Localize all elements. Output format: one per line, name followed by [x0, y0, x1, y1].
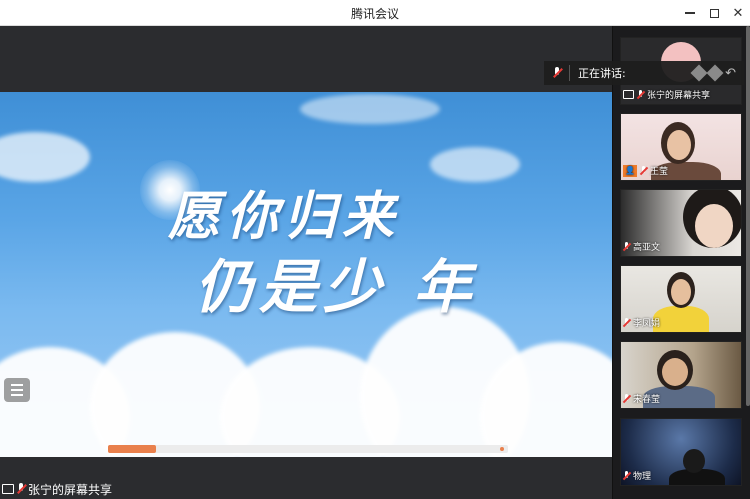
title-bar: 腾讯会议 ✕ [0, 0, 750, 26]
mic-off-icon [623, 393, 630, 404]
close-icon: ✕ [732, 5, 744, 21]
layout-icon[interactable] [690, 64, 708, 82]
mic-off-icon [637, 89, 644, 100]
layout-icon[interactable] [706, 64, 724, 82]
maximize-icon [709, 8, 719, 18]
screen-share-owner-label: 张宁的屏幕共享 [28, 482, 113, 497]
speaking-indicator: 正在讲话: ↶ [544, 61, 744, 85]
mic-off-icon [623, 470, 630, 481]
window-title: 腾讯会议 [350, 7, 399, 21]
participant-name: 宋春莹 [633, 395, 661, 405]
screen-share-owner: 张宁的屏幕共享 [2, 481, 112, 497]
slogan-line-2: 仍是少 年 [195, 253, 478, 321]
shared-screen-content: 愿你归来 仍是少 年 [0, 92, 612, 457]
mic-off-icon [640, 165, 647, 176]
participant-caption: 👤 王莹 [623, 164, 668, 177]
progress-end-icon [500, 447, 504, 451]
close-button[interactable]: ✕ [729, 4, 747, 22]
back-arrow-icon[interactable]: ↶ [725, 66, 736, 81]
maximize-button[interactable] [705, 4, 723, 22]
minimize-button[interactable] [681, 4, 699, 22]
participant-tile-lifengjuan[interactable]: 李凤娟 [620, 265, 742, 333]
video-progress-bar[interactable] [108, 445, 508, 453]
participant-caption: 张宁的屏幕共享 [623, 88, 710, 101]
participant-caption: 李凤娟 [623, 316, 660, 329]
participant-tile-songchunying[interactable]: 宋春莹 [620, 341, 742, 409]
participant-caption: 物理 [623, 469, 651, 482]
screen-share-icon [2, 484, 14, 494]
participant-name: 物理 [633, 472, 652, 482]
participant-tile-wangying[interactable]: 👤 王莹 [620, 113, 742, 181]
cloud [300, 94, 440, 124]
slogan-line-1: 愿你归来 [168, 186, 401, 247]
cloud [430, 147, 520, 182]
cloud [0, 132, 90, 182]
mic-off-icon [623, 317, 630, 328]
participant-tile-wuli[interactable]: 物理 [620, 418, 742, 486]
participant-caption: 宋春莹 [623, 392, 660, 405]
participant-name: 高亚文 [633, 243, 661, 253]
main-stage: 愿你归来 仍是少 年 张宁的屏幕共享 [0, 26, 612, 499]
participant-caption: 高亚文 [623, 240, 660, 253]
participants-scrollbar[interactable] [746, 26, 750, 406]
participant-name: 张宁的屏幕共享 [647, 91, 711, 101]
mic-off-icon [553, 67, 561, 79]
participant-name: 王莹 [650, 167, 669, 177]
participant-tile-gaoyawen[interactable]: 高亚文 [620, 189, 742, 257]
participant-name: 李凤娟 [633, 319, 661, 329]
list-toggle-button[interactable] [4, 378, 30, 402]
speaking-label: 正在讲话: [578, 67, 626, 80]
mic-off-icon [17, 483, 25, 495]
minimize-icon [685, 12, 695, 14]
screen-share-icon [623, 90, 634, 99]
avatar-icon: 👤 [623, 164, 637, 177]
list-icon [11, 384, 23, 386]
mic-off-icon [623, 241, 630, 252]
progress-start-icon [112, 447, 116, 451]
